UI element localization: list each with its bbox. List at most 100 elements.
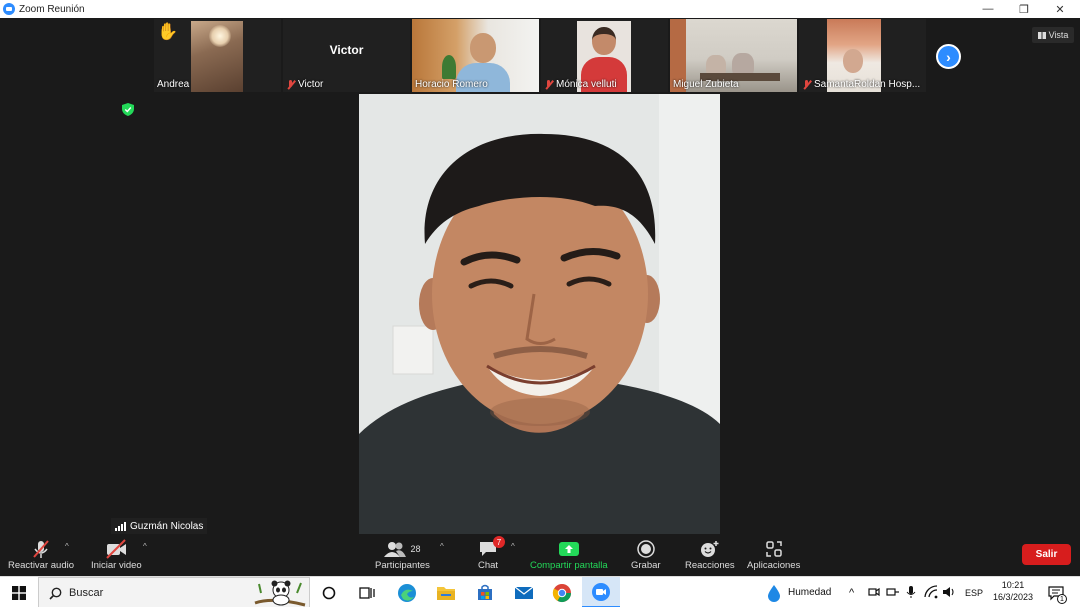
start-button[interactable]	[6, 577, 32, 607]
record-label: Grabar	[631, 560, 661, 571]
zoom-logo-icon	[3, 3, 15, 15]
action-center-button[interactable]: 1	[1044, 577, 1068, 607]
face	[470, 33, 496, 63]
zoom-app: Zoom Reunión — ❐ ✕ ✋ Andrea Victor Victo…	[0, 0, 1080, 607]
maximize-button[interactable]: ❐	[1006, 0, 1042, 18]
window-title: Zoom Reunión	[19, 3, 85, 15]
taskbar-store[interactable]	[471, 577, 499, 607]
meet-now-icon[interactable]	[868, 586, 880, 598]
speaker-illustration	[359, 94, 720, 534]
taskbar-clock[interactable]: 10:21 16/3/2023	[990, 579, 1036, 603]
clock-date: 16/3/2023	[992, 592, 1034, 602]
windows-logo-icon	[12, 585, 26, 600]
meeting-toolbar: Reactivar audio ^ Iniciar video ^ 28 Par…	[0, 534, 1080, 576]
reactions-button[interactable]: Reacciones	[685, 538, 735, 571]
chevron-right-icon: ›	[946, 48, 951, 65]
taskbar-mail[interactable]	[510, 577, 538, 607]
participant-name-placeholder: Victor	[329, 43, 364, 57]
chat-icon-wrap: 7	[479, 536, 506, 560]
participants-options-caret-icon[interactable]: ^	[440, 542, 444, 551]
video-options-caret-icon[interactable]: ^	[143, 542, 147, 551]
participant-name: Victor	[286, 79, 323, 90]
mic-muted-icon	[31, 538, 51, 560]
participants-button[interactable]: 28 Participantes	[375, 538, 430, 571]
weather-drop-icon[interactable]	[764, 577, 784, 607]
zoom-app-icon	[592, 582, 610, 601]
share-screen-icon	[558, 538, 579, 560]
face	[592, 27, 616, 55]
plant	[442, 55, 456, 79]
leave-meeting-button[interactable]: Salir	[1022, 544, 1071, 565]
next-page-button[interactable]: ›	[936, 44, 961, 69]
light-glare	[209, 25, 231, 47]
mic-muted-icon	[802, 79, 811, 90]
wifi-icon[interactable]	[924, 585, 938, 599]
clock-time: 10:21	[1001, 580, 1025, 590]
participants-count: 28	[410, 544, 421, 554]
cortana-button[interactable]	[316, 577, 342, 607]
view-grid-icon	[1037, 31, 1046, 39]
record-icon	[637, 538, 655, 560]
title-bar: Zoom Reunión — ❐ ✕	[0, 0, 1080, 18]
task-view-button[interactable]	[354, 577, 380, 607]
input-language[interactable]: ESP	[965, 577, 983, 607]
mail-icon	[514, 586, 534, 599]
participants-icon	[384, 542, 407, 557]
participant-name: Miguel Zubieta	[673, 79, 739, 90]
share-screen-label: Compartir pantalla	[530, 560, 608, 571]
participant-thumbnail[interactable]: SamantaRoldan Hosp...	[799, 19, 926, 92]
weather-label[interactable]: Humedad	[788, 577, 831, 607]
speaker-name: Guzmán Nicolas	[130, 520, 204, 532]
microphone-icon[interactable]	[906, 585, 916, 599]
participant-name: Mónica velluti	[544, 79, 617, 90]
active-speaker-video	[359, 94, 720, 534]
participant-thumbnail[interactable]: Victor Victor	[283, 19, 410, 92]
taskbar-search-box[interactable]: Buscar	[38, 577, 310, 607]
chat-options-caret-icon[interactable]: ^	[511, 542, 515, 551]
volume-icon[interactable]	[942, 585, 956, 599]
unmute-audio-label: Reactivar audio	[8, 560, 75, 571]
show-hidden-icons-chevron-icon[interactable]: ^	[849, 577, 854, 607]
taskbar-edge[interactable]	[393, 577, 421, 607]
cortana-circle-icon	[322, 586, 336, 599]
minimize-button[interactable]: —	[970, 0, 1006, 18]
folder-icon	[437, 586, 455, 600]
share-screen-button[interactable]: Compartir pantalla	[530, 538, 608, 571]
start-video-label: Iniciar video	[91, 560, 142, 571]
video-off-icon	[105, 538, 127, 560]
taskbar-zoom[interactable]	[582, 577, 620, 607]
store-bag-icon	[478, 584, 492, 600]
search-placeholder: Buscar	[69, 586, 104, 599]
participant-thumbnail[interactable]: Miguel Zubieta	[670, 19, 797, 92]
participant-name: Andrea	[157, 79, 190, 90]
task-view-icon	[359, 586, 375, 599]
participant-thumbnail[interactable]: ✋ Andrea	[154, 19, 281, 92]
participants-icon-wrap: 28	[384, 538, 420, 560]
audio-options-caret-icon[interactable]: ^	[65, 542, 69, 551]
speaker-nameplate: Guzmán Nicolas	[111, 518, 208, 534]
start-video-button[interactable]: Iniciar video	[91, 538, 142, 571]
participant-name: SamantaRoldan Hosp...	[802, 79, 920, 90]
record-button[interactable]: Grabar	[631, 538, 661, 571]
smiley-plus-icon	[700, 538, 720, 560]
view-button[interactable]: Vista	[1032, 27, 1074, 43]
chrome-browser-icon	[552, 583, 571, 602]
network-plug-icon[interactable]	[886, 586, 900, 598]
security-shield-icon[interactable]	[122, 103, 134, 116]
chat-button[interactable]: 7 Chat	[478, 536, 506, 571]
view-button-label: Vista	[1048, 30, 1069, 40]
participant-name: Horacio Romero	[415, 79, 488, 90]
chat-unread-badge: 7	[493, 536, 506, 548]
participant-strip: ✋ Andrea Victor Victor Horacio Romero Mó…	[154, 19, 926, 92]
chat-label: Chat	[478, 560, 499, 571]
windows-taskbar: Buscar Humedad ^ ESP 10:21 16/3/2023 1	[0, 576, 1080, 607]
close-button[interactable]: ✕	[1042, 0, 1078, 18]
participant-thumbnail[interactable]: Horacio Romero	[412, 19, 539, 92]
raised-hand-icon: ✋	[157, 22, 179, 41]
notification-count: 1	[1057, 594, 1067, 604]
taskbar-file-explorer[interactable]	[432, 577, 460, 607]
participant-thumbnail[interactable]: Mónica velluti	[541, 19, 668, 92]
taskbar-chrome[interactable]	[548, 577, 576, 607]
apps-button[interactable]: Aplicaciones	[747, 538, 800, 571]
mic-muted-icon	[544, 79, 553, 90]
